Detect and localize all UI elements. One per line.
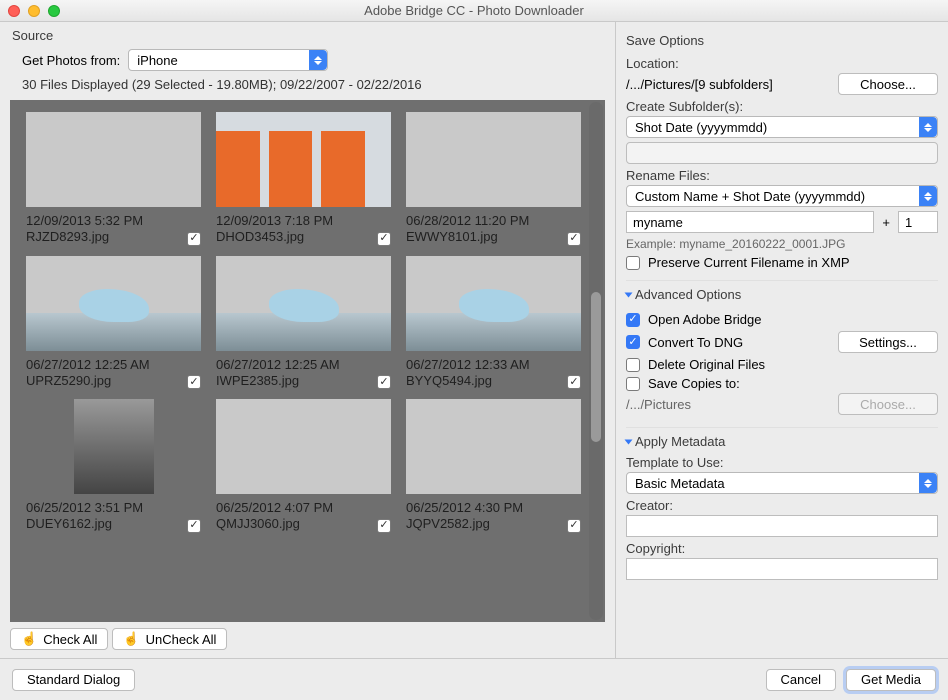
thumbnail-checkbox[interactable] [377, 375, 391, 389]
thumbnail-item[interactable]: 12/09/2013 5:32 PMRJZD8293.jpg [26, 112, 201, 246]
thumbnail-filename: IWPE2385.jpg [216, 373, 340, 389]
thumbnail-filename: UPRZ5290.jpg [26, 373, 150, 389]
save-options-header: Save Options [626, 27, 938, 50]
thumbnail-date: 06/27/2012 12:33 AM [406, 357, 530, 373]
delete-originals-checkbox[interactable] [626, 358, 640, 372]
preserve-xmp-checkbox[interactable] [626, 256, 640, 270]
uncheck-all-button[interactable]: ☝ UnCheck All [112, 628, 227, 650]
window-title: Adobe Bridge CC - Photo Downloader [0, 3, 948, 18]
chevron-updown-icon [919, 117, 937, 137]
sequence-field[interactable] [898, 211, 938, 233]
hand-point-icon: ☝ [123, 631, 139, 647]
scrollbar[interactable] [589, 102, 603, 620]
thumbnail-item[interactable]: 06/27/2012 12:25 AMIWPE2385.jpg [216, 256, 391, 390]
open-bridge-label: Open Adobe Bridge [648, 312, 761, 327]
thumbnail-date: 12/09/2013 7:18 PM [216, 213, 333, 229]
chevron-updown-icon [919, 473, 937, 493]
get-media-button[interactable]: Get Media [846, 669, 936, 691]
choose-location-button[interactable]: Choose... [838, 73, 938, 95]
thumbnail-filename: JQPV2582.jpg [406, 516, 523, 532]
location-label: Location: [626, 56, 938, 71]
choose-copies-button: Choose... [838, 393, 938, 415]
thumbnail-item[interactable]: 06/25/2012 3:51 PMDUEY6162.jpg [26, 399, 201, 533]
thumbnail-filename: QMJJ3060.jpg [216, 516, 333, 532]
dng-settings-button[interactable]: Settings... [838, 331, 938, 353]
source-panel: Source Get Photos from: iPhone 30 Files … [0, 22, 616, 658]
zoom-icon[interactable] [48, 5, 60, 17]
thumbnail-date: 06/25/2012 4:07 PM [216, 500, 333, 516]
thumbnail-item[interactable]: 06/28/2012 11:20 PMEWWY8101.jpg [406, 112, 581, 246]
thumbnail-date: 06/25/2012 3:51 PM [26, 500, 143, 516]
save-copies-checkbox[interactable] [626, 377, 640, 391]
thumbnail-filename: EWWY8101.jpg [406, 229, 529, 245]
thumbnail-checkbox[interactable] [187, 519, 201, 533]
create-subfolder-select[interactable]: Shot Date (yyyymmdd) [626, 116, 938, 138]
open-bridge-checkbox[interactable] [626, 313, 640, 327]
creator-field[interactable] [626, 515, 938, 537]
subfolder-custom-field [626, 142, 938, 164]
metadata-template-select[interactable]: Basic Metadata [626, 472, 938, 494]
thumbnail-checkbox[interactable] [377, 519, 391, 533]
bottom-bar: Standard Dialog Cancel Get Media [0, 658, 948, 700]
source-status: 30 Files Displayed (29 Selected - 19.80M… [0, 75, 615, 100]
template-label: Template to Use: [626, 455, 938, 470]
scroll-thumb[interactable] [591, 292, 601, 442]
thumbnail-item[interactable]: 12/09/2013 7:18 PMDHOD3453.jpg [216, 112, 391, 246]
disclosure-triangle-icon [625, 439, 633, 444]
thumbnail-filename: DUEY6162.jpg [26, 516, 143, 532]
thumbnail-checkbox[interactable] [567, 375, 581, 389]
custom-name-field[interactable] [626, 211, 874, 233]
thumbnail-filename: BYYQ5494.jpg [406, 373, 530, 389]
thumbnail-date: 06/25/2012 4:30 PM [406, 500, 523, 516]
disclosure-triangle-icon [625, 292, 633, 297]
save-copies-label: Save Copies to: [648, 376, 740, 391]
rename-files-select[interactable]: Custom Name + Shot Date (yyyymmdd) [626, 185, 938, 207]
standard-dialog-button[interactable]: Standard Dialog [12, 669, 135, 691]
plus-label: + [882, 215, 890, 230]
create-subfolder-label: Create Subfolder(s): [626, 99, 938, 114]
save-options-panel: Save Options Location: /.../Pictures/[9 … [616, 22, 948, 658]
thumbnail-checkbox[interactable] [377, 232, 391, 246]
hand-point-icon: ☝ [21, 631, 37, 647]
device-select[interactable]: iPhone [128, 49, 328, 71]
chevron-updown-icon [309, 50, 327, 70]
advanced-options-disclosure[interactable]: Advanced Options [626, 287, 938, 302]
copyright-label: Copyright: [626, 541, 938, 556]
thumbnail-item[interactable]: 06/25/2012 4:07 PMQMJJ3060.jpg [216, 399, 391, 533]
check-all-button[interactable]: ☝ Check All [10, 628, 108, 650]
thumbnail-item[interactable]: 06/27/2012 12:25 AMUPRZ5290.jpg [26, 256, 201, 390]
thumbnail-checkbox[interactable] [187, 232, 201, 246]
convert-dng-label: Convert To DNG [648, 335, 830, 350]
rename-example: Example: myname_20160222_0001.JPG [626, 237, 938, 251]
location-path: /.../Pictures/[9 subfolders] [626, 77, 830, 92]
thumbnail-item[interactable]: 06/25/2012 4:30 PMJQPV2582.jpg [406, 399, 581, 533]
get-photos-from-label: Get Photos from: [22, 53, 120, 68]
convert-dng-checkbox[interactable] [626, 335, 640, 349]
thumbnail-filename: RJZD8293.jpg [26, 229, 143, 245]
thumbnail-checkbox[interactable] [187, 375, 201, 389]
save-copies-path: /.../Pictures [626, 397, 830, 412]
copyright-field[interactable] [626, 558, 938, 580]
chevron-updown-icon [919, 186, 937, 206]
thumbnail-grid: 12/09/2013 5:32 PMRJZD8293.jpg12/09/2013… [10, 100, 605, 622]
rename-files-label: Rename Files: [626, 168, 938, 183]
cancel-button[interactable]: Cancel [766, 669, 836, 691]
device-select-value: iPhone [137, 53, 177, 68]
thumbnail-date: 06/28/2012 11:20 PM [406, 213, 529, 229]
thumbnail-date: 06/27/2012 12:25 AM [26, 357, 150, 373]
delete-originals-label: Delete Original Files [648, 357, 765, 372]
minimize-icon[interactable] [28, 5, 40, 17]
close-icon[interactable] [8, 5, 20, 17]
thumbnail-item[interactable]: 06/27/2012 12:33 AMBYYQ5494.jpg [406, 256, 581, 390]
source-header: Source [0, 22, 615, 45]
thumbnail-date: 12/09/2013 5:32 PM [26, 213, 143, 229]
preserve-xmp-label: Preserve Current Filename in XMP [648, 255, 850, 270]
creator-label: Creator: [626, 498, 938, 513]
titlebar: Adobe Bridge CC - Photo Downloader [0, 0, 948, 22]
thumbnail-date: 06/27/2012 12:25 AM [216, 357, 340, 373]
thumbnail-filename: DHOD3453.jpg [216, 229, 333, 245]
apply-metadata-disclosure[interactable]: Apply Metadata [626, 434, 938, 449]
thumbnail-checkbox[interactable] [567, 232, 581, 246]
thumbnail-checkbox[interactable] [567, 519, 581, 533]
